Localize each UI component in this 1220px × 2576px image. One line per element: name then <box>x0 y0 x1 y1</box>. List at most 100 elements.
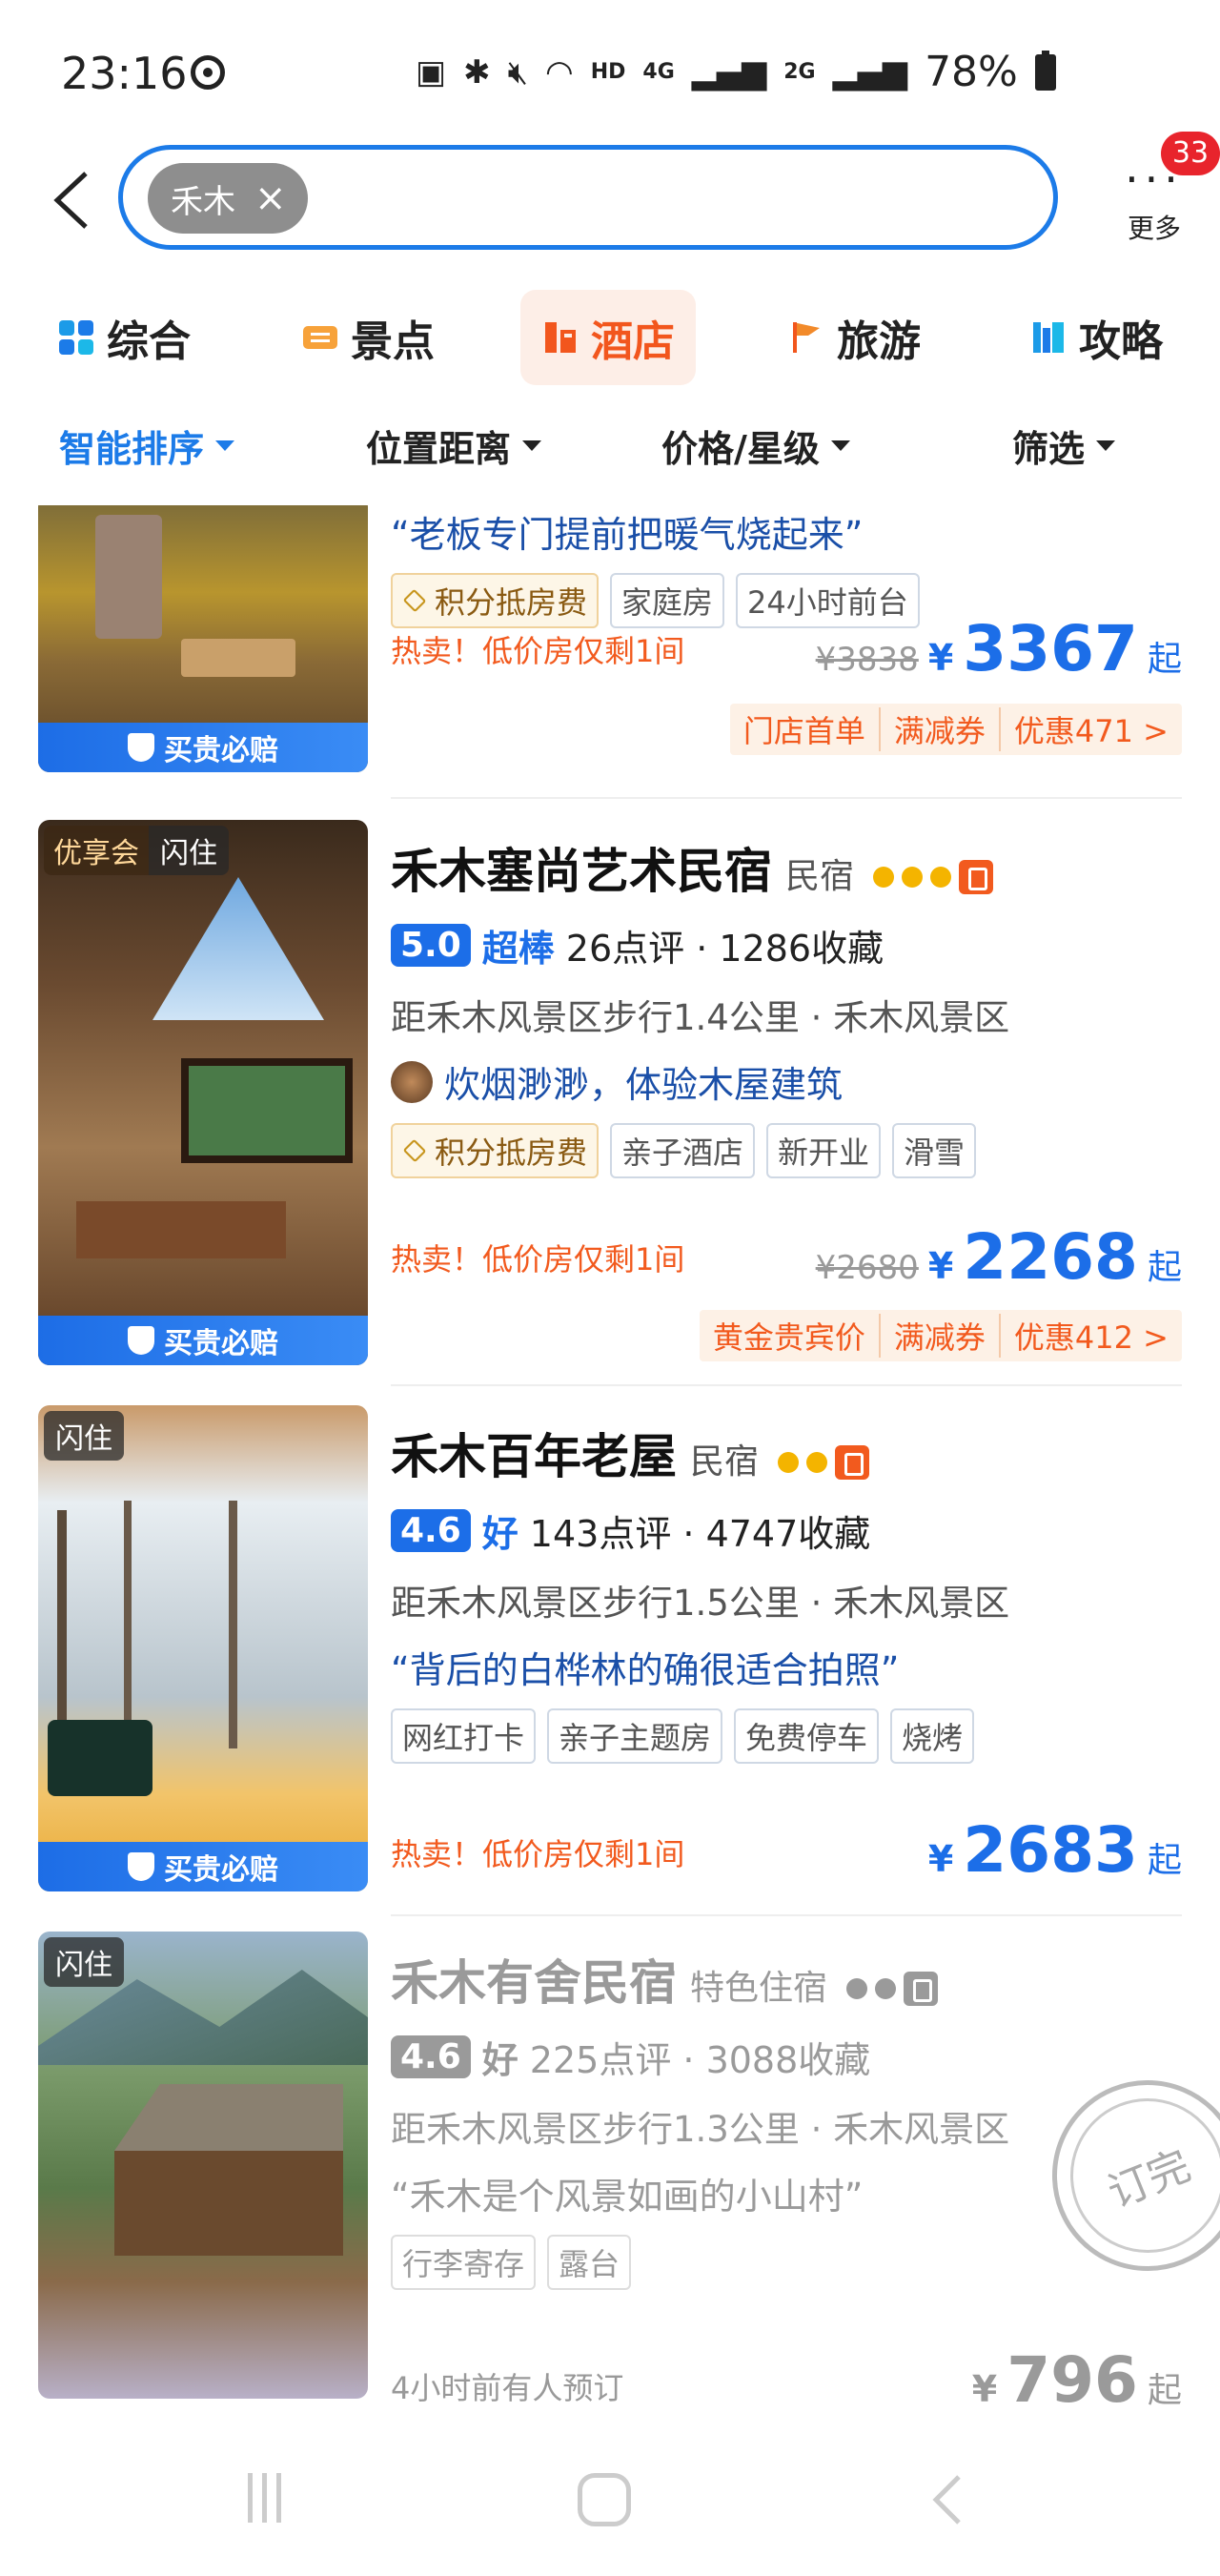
tag-list: 网红打卡 亲子主题房 免费停车 烧烤 <box>391 1708 1182 1764</box>
promo-item: 门店首单 <box>730 707 881 751</box>
tab-guides[interactable]: 攻略 <box>1029 290 1163 385</box>
hotel-info: “老板专门提前把暖气烧起来” 积分抵房费 家庭房 24小时前台 热卖！低价房仅剩… <box>391 505 1182 755</box>
caret-down-icon <box>215 440 235 451</box>
search-keyword-chip[interactable]: 禾木 × <box>148 163 308 234</box>
hotel-card[interactable]: 闪住 买贵必赔 禾木百年老屋 民宿 4.6 好 143点评 · 4747收藏 距… <box>0 1405 1220 1920</box>
hotel-name[interactable]: 禾木百年老屋 <box>391 1419 677 1487</box>
flash-stay-tag: 闪住 <box>44 1937 124 1987</box>
price-suffix: 起 <box>1147 2371 1182 2410</box>
close-icon[interactable]: × <box>254 176 287 220</box>
tag-label: 积分抵房费 <box>435 1135 588 1171</box>
sort-label: 位置距离 <box>366 428 512 470</box>
pay-band-label: 买贵必赔 <box>164 1327 278 1360</box>
promo-row[interactable]: 黄金贵宾价 满减券 优惠412 > <box>699 1310 1182 1361</box>
hotel-name[interactable]: 禾木塞尚艺术民宿 <box>391 833 772 902</box>
tab-label: 旅游 <box>837 317 921 366</box>
points-icon <box>402 588 427 613</box>
booked-note: 4小时前有人预订 <box>391 2370 624 2406</box>
tag-list: 积分抵房费 亲子酒店 新开业 滑雪 <box>391 1123 1182 1178</box>
sort-filter[interactable]: 筛选 <box>1012 419 1116 472</box>
search-input[interactable]: 禾木 × <box>118 145 1058 250</box>
tag: 新开业 <box>766 1123 882 1178</box>
price-guarantee-band: 买贵必赔 <box>38 723 368 772</box>
tag-points: 积分抵房费 <box>391 1123 600 1178</box>
hotel-card[interactable]: 闪住 禾木有舍民宿 特色住宿 4.6 好 225点评 · 3088收藏 距禾木风… <box>0 1932 1220 2412</box>
caret-down-icon <box>1096 440 1116 451</box>
sort-filter-bar: 智能排序 位置距离 价格/星级 筛选 <box>0 410 1220 486</box>
promo-item: 满减券 <box>881 1314 1001 1358</box>
tab-attractions[interactable]: 景点 <box>301 290 435 385</box>
price-suffix: 起 <box>1147 1248 1182 1287</box>
currency: ¥ <box>927 1838 954 1880</box>
rating-row: 5.0 超棒 26点评 · 1286收藏 <box>391 919 1182 971</box>
signal-icon: ▂▄▆ <box>691 52 767 92</box>
hotel-card[interactable]: 买贵必赔 “老板专门提前把暖气烧起来” 积分抵房费 家庭房 24小时前台 热卖！… <box>0 505 1220 799</box>
hotel-info: 禾木塞尚艺术民宿 民宿 5.0 超棒 26点评 · 1286收藏 距禾木风景区步… <box>391 833 1182 1361</box>
home-icon[interactable] <box>578 2473 631 2526</box>
rating-dots <box>873 860 994 894</box>
bluetooth-icon: ✱ <box>463 52 491 92</box>
vip-tag: 优享会 <box>44 826 149 875</box>
sync-icon <box>191 55 225 90</box>
nav-back-icon[interactable] <box>930 2473 965 2526</box>
recent-apps-icon[interactable] <box>238 2473 290 2523</box>
dot <box>873 867 895 888</box>
photo-detail <box>95 515 162 639</box>
pay-band-label: 买贵必赔 <box>164 1853 278 1887</box>
sort-price-star[interactable]: 价格/星级 <box>661 419 850 472</box>
dot <box>875 1978 897 1999</box>
tab-label: 攻略 <box>1079 317 1163 366</box>
points-icon <box>402 1138 427 1163</box>
flag-icon <box>793 322 820 353</box>
tab-comprehensive[interactable]: 综合 <box>57 290 191 385</box>
tab-travel[interactable]: 旅游 <box>787 290 921 385</box>
hot-sale-note: 热卖！低价房仅剩1间 <box>391 633 685 669</box>
sort-distance[interactable]: 位置距离 <box>366 419 542 472</box>
review-meta: 26点评 · 1286收藏 <box>565 928 884 970</box>
photo-detail <box>114 2084 343 2151</box>
title-row: 禾木百年老屋 民宿 <box>391 1419 1182 1487</box>
search-header: 禾木 × ··· 更多 <box>0 143 1220 257</box>
rating-dots <box>846 1972 939 2006</box>
hotel-photo[interactable]: 优享会 闪住 买贵必赔 <box>38 820 368 1365</box>
shield-icon <box>128 1852 154 1881</box>
price: 2268 <box>963 1220 1138 1294</box>
status-icons: ▣ ✱ 🔇︎ ◠ HD 4G ▂▄▆ 2G ▂▄▆ 78% <box>416 48 1056 96</box>
rating-dots <box>778 1445 870 1480</box>
hotel-card[interactable]: 优享会 闪住 买贵必赔 禾木塞尚艺术民宿 民宿 5.0 超棒 26点评 · 12… <box>0 820 1220 1392</box>
tag: 家庭房 <box>610 573 725 628</box>
hotel-photo[interactable]: 闪住 买贵必赔 <box>38 1405 368 1891</box>
flash-stay-tag: 闪住 <box>149 826 229 875</box>
photo-detail <box>181 639 295 677</box>
price: 3367 <box>963 612 1138 685</box>
promo-item: 优惠471 > <box>1013 713 1169 749</box>
photo-tags: 优享会 闪住 <box>44 826 229 875</box>
hd-label: HD <box>590 60 626 84</box>
thumbs-up-icon <box>904 1972 939 2006</box>
price-guarantee-band: 买贵必赔 <box>38 1842 368 1891</box>
sort-label: 筛选 <box>1012 428 1086 470</box>
review-quote-row: 炊烟渺渺，体验木屋建筑 <box>391 1055 1182 1108</box>
back-arrow-icon[interactable] <box>50 170 95 231</box>
caret-down-icon <box>830 440 850 451</box>
hotel-name[interactable]: 禾木有舍民宿 <box>391 1945 677 2014</box>
divider <box>391 1384 1182 1386</box>
tab-hotel[interactable]: 酒店 <box>520 290 696 385</box>
score-word: 超棒 <box>481 928 555 970</box>
tag: 网红打卡 <box>391 1708 537 1764</box>
hotel-photo[interactable]: 闪住 <box>38 1932 368 2399</box>
photo-detail <box>114 2151 343 2256</box>
grid-icon <box>59 320 93 355</box>
avatar <box>391 1060 433 1103</box>
promo-row[interactable]: 门店首单 满减券 优惠471 > <box>729 704 1182 755</box>
more-label: 更多 <box>1127 213 1181 244</box>
notification-badge: 33 <box>1161 132 1220 175</box>
sort-label: 智能排序 <box>59 428 205 470</box>
price-row: ¥3838 ¥3367 起 <box>816 612 1182 685</box>
hotel-photo[interactable]: 买贵必赔 <box>38 505 368 772</box>
price: 796 <box>1006 2343 1138 2412</box>
rating-row: 4.6 好 143点评 · 4747收藏 <box>391 1504 1182 1557</box>
4g-label: 4G <box>642 60 675 84</box>
sort-smart[interactable]: 智能排序 <box>59 419 235 472</box>
price-row: ¥2683 起 <box>928 1813 1182 1887</box>
